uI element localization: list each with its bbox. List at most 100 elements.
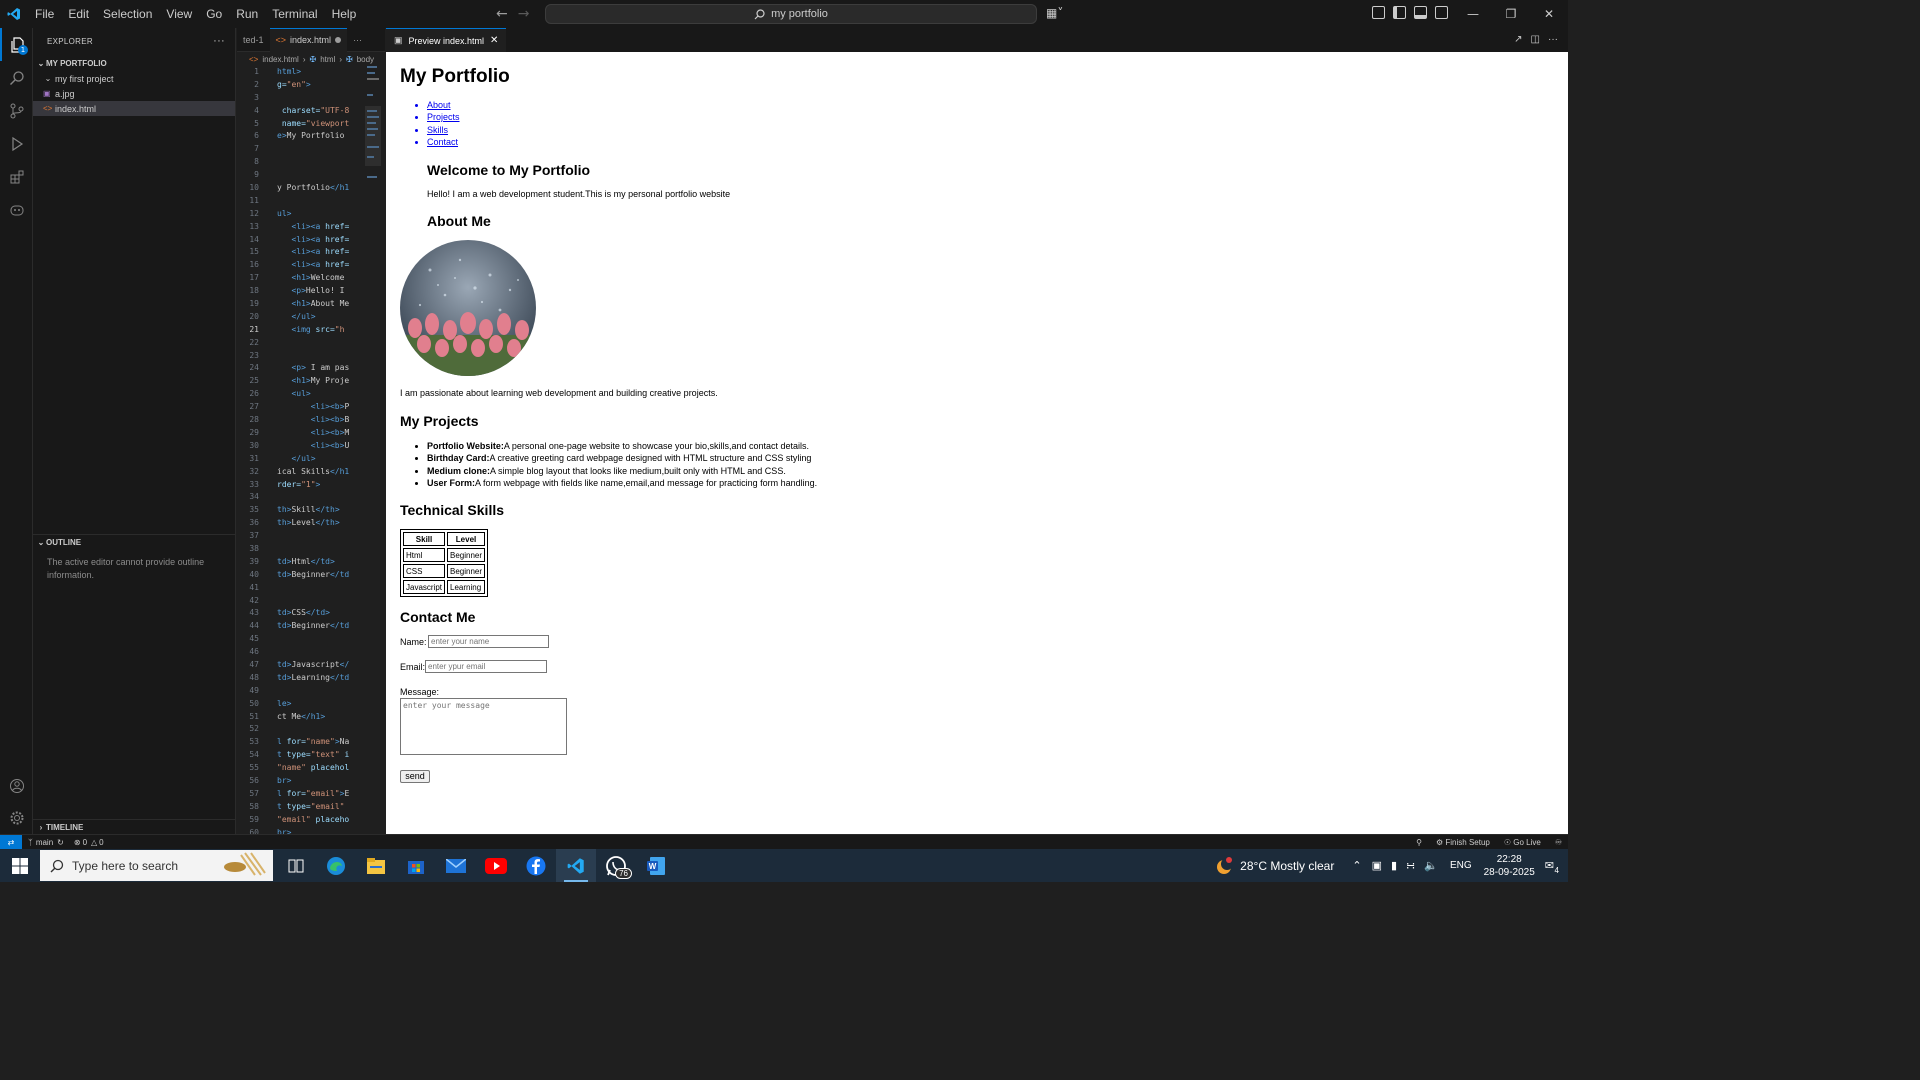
explorer-icon[interactable]: 1 (0, 28, 33, 61)
code-line[interactable]: 39 td>Html</td> (237, 556, 385, 569)
chevron-up-icon[interactable]: ⌃ (1352, 859, 1361, 872)
more-actions-icon[interactable]: ··· (213, 35, 225, 47)
nav-link-about[interactable]: About (427, 99, 460, 111)
clock[interactable]: 22:28 28-09-2025 (1484, 853, 1535, 879)
breadcrumb-item[interactable]: html (320, 55, 335, 64)
code-line[interactable]: 23 (237, 350, 385, 363)
meet-now-icon[interactable]: ▣ (1372, 859, 1382, 872)
open-in-browser-icon[interactable]: ↗ (1514, 34, 1522, 45)
file-explorer-icon[interactable] (356, 849, 396, 882)
tab-untitled[interactable]: ted-1 (237, 28, 270, 52)
outline-section[interactable]: ⌄ OUTLINE (33, 534, 236, 550)
menu-item[interactable]: Terminal (265, 0, 324, 28)
more-tabs-icon[interactable]: ··· (347, 28, 368, 52)
code-line[interactable]: 33 rder="1"> (237, 479, 385, 492)
code-line[interactable]: 21 <img src="h (237, 324, 385, 337)
windows-start-icon[interactable] (0, 849, 40, 882)
menu-item[interactable]: Go (199, 0, 229, 28)
code-line[interactable]: 41 (237, 582, 385, 595)
breadcrumb-item[interactable]: body (357, 55, 374, 64)
edge-browser-icon[interactable] (316, 849, 356, 882)
vscode-taskbar-icon[interactable] (556, 849, 596, 882)
code-line[interactable]: 58 t type="email" (237, 801, 385, 814)
toggle-sidebar-icon[interactable] (1393, 6, 1406, 19)
code-line[interactable]: 42 (237, 595, 385, 608)
code-line[interactable]: 46 (237, 646, 385, 659)
code-line[interactable]: 16 <li><a href= (237, 259, 385, 272)
tree-item-image[interactable]: ▣ a.jpg (33, 86, 235, 101)
code-line[interactable]: 10 y Portfolio</h1 (237, 182, 385, 195)
wifi-icon[interactable]: ∺ (1406, 859, 1415, 872)
code-line[interactable]: 54 t type="text" i (237, 749, 385, 762)
tab-index-html[interactable]: <> index.html (269, 28, 348, 52)
menu-item[interactable]: Selection (96, 0, 159, 28)
nav-link-projects[interactable]: Projects (427, 111, 460, 123)
tree-item-html[interactable]: <> index.html (33, 101, 235, 116)
warning-count[interactable]: 0 (99, 838, 103, 847)
source-control-icon[interactable] (0, 94, 33, 127)
menu-item[interactable]: File (28, 0, 61, 28)
code-line[interactable]: 38 (237, 543, 385, 556)
code-line[interactable]: 36 th>Level</th> (237, 517, 385, 530)
bell-icon[interactable]: ♾ (1555, 835, 1562, 850)
code-line[interactable]: 60 br> (237, 827, 385, 834)
account-icon[interactable] (0, 769, 33, 802)
breadcrumb-item[interactable]: index.html (262, 55, 298, 64)
extensions-icon[interactable] (0, 160, 33, 193)
code-line[interactable]: 32 ical Skills</h1 (237, 466, 385, 479)
toggle-secondary-sidebar-icon[interactable] (1435, 6, 1448, 19)
code-line[interactable]: 8 (237, 156, 385, 169)
name-input[interactable]: enter your name (428, 635, 549, 648)
more-actions-icon[interactable]: ··· (1548, 34, 1558, 45)
go-live-item[interactable]: ☉ Go Live (1504, 835, 1541, 850)
code-line[interactable]: 19 <h1>About Me (237, 298, 385, 311)
youtube-icon[interactable] (476, 849, 516, 882)
run-debug-icon[interactable] (0, 127, 33, 160)
finish-setup-item[interactable]: ⚙ Finish Setup (1436, 835, 1490, 850)
language-indicator[interactable]: ENG (1450, 860, 1472, 871)
code-line[interactable]: 12 ul> (237, 208, 385, 221)
tab-preview[interactable]: ▣ Preview index.html ✕ (386, 28, 507, 52)
code-line[interactable]: 15 <li><a href= (237, 246, 385, 259)
code-line[interactable]: 28 <li><b>B (237, 414, 385, 427)
send-button[interactable]: send (400, 770, 430, 783)
code-line[interactable]: 35 th>Skill</th> (237, 504, 385, 517)
code-line[interactable]: 17 <h1>Welcome (237, 272, 385, 285)
tree-item-folder[interactable]: ⌄ my first project (33, 71, 235, 86)
code-line[interactable]: 27 <li><b>P (237, 401, 385, 414)
email-input[interactable]: enter ypur email (425, 660, 547, 673)
word-icon[interactable]: W (636, 849, 676, 882)
code-line[interactable]: 18 <p>Hello! I (237, 285, 385, 298)
code-line[interactable]: 20 </ul> (237, 311, 385, 324)
code-line[interactable]: 51 ct Me</h1> (237, 711, 385, 724)
code-line[interactable]: 6 e>My Portfolio (237, 130, 385, 143)
facebook-icon[interactable] (516, 849, 556, 882)
nav-link-skills[interactable]: Skills (427, 124, 460, 136)
code-line[interactable]: 45 (237, 633, 385, 646)
nav-link-contact[interactable]: Contact (427, 136, 460, 148)
code-line[interactable]: 55 "name" placehol (237, 762, 385, 775)
timeline-section[interactable]: › TIMELINE (33, 819, 236, 835)
code-line[interactable]: 2 g="en"> (237, 79, 385, 92)
sync-icon[interactable]: ↻ (57, 838, 64, 847)
code-line[interactable]: 5 name="viewport (237, 118, 385, 131)
code-line[interactable]: 3 (237, 92, 385, 105)
toggle-panel-icon[interactable] (1414, 6, 1427, 19)
code-line[interactable]: 53 l for="name">Na (237, 736, 385, 749)
code-line[interactable]: 14 <li><a href= (237, 234, 385, 247)
code-line[interactable]: 52 (237, 723, 385, 736)
code-line[interactable]: 13 <li><a href= (237, 221, 385, 234)
zoom-icon[interactable]: ⚲ (1416, 835, 1422, 850)
message-textarea[interactable]: enter your message (400, 698, 567, 755)
close-tab-icon[interactable]: ✕ (490, 35, 498, 46)
code-line[interactable]: 49 (237, 685, 385, 698)
code-line[interactable]: 11 (237, 195, 385, 208)
code-line[interactable]: 59 "email" placeho (237, 814, 385, 827)
split-editor-icon[interactable]: ◫ (1531, 34, 1540, 45)
unsaved-dot-icon[interactable] (335, 37, 342, 43)
code-line[interactable]: 47 td>Javascript</ (237, 659, 385, 672)
copilot-icon[interactable]: ▦˅ (1046, 6, 1063, 20)
settings-gear-icon[interactable] (0, 801, 33, 834)
code-line[interactable]: 57 l for="email">E (237, 788, 385, 801)
code-line[interactable]: 4 charset="UTF-8 (237, 105, 385, 118)
